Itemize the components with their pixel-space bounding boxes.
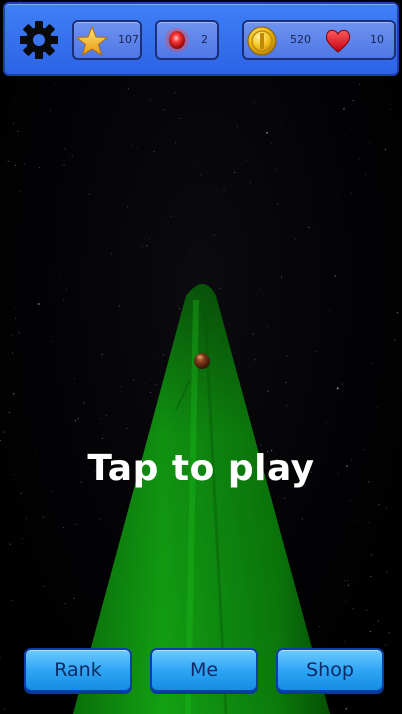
stars-panel: 107 xyxy=(72,20,142,60)
coins-lives-panel: 520 10 xyxy=(242,20,396,60)
me-button[interactable]: Me xyxy=(150,648,258,692)
ball xyxy=(194,353,210,369)
lives-count: 10 xyxy=(370,33,384,46)
top-hud: 107 2 520 10 xyxy=(3,2,399,76)
game-screen[interactable]: 107 2 520 10 Tap to play Rank Me Shop xyxy=(0,0,402,714)
coins-count: 520 xyxy=(290,33,311,46)
track-scene xyxy=(73,284,330,714)
star-icon xyxy=(76,25,108,57)
settings-button[interactable] xyxy=(18,19,60,61)
gems-panel: 2 xyxy=(155,20,219,60)
shop-button[interactable]: Shop xyxy=(276,648,384,692)
gold-coin-icon xyxy=(247,26,277,56)
stars-count: 107 xyxy=(118,33,139,46)
heart-icon xyxy=(325,29,351,53)
rank-button[interactable]: Rank xyxy=(24,648,132,692)
tap-to-play-text[interactable]: Tap to play xyxy=(0,448,402,489)
gems-count: 2 xyxy=(201,33,208,46)
gear-icon xyxy=(20,21,58,59)
red-gem-icon xyxy=(165,28,189,52)
